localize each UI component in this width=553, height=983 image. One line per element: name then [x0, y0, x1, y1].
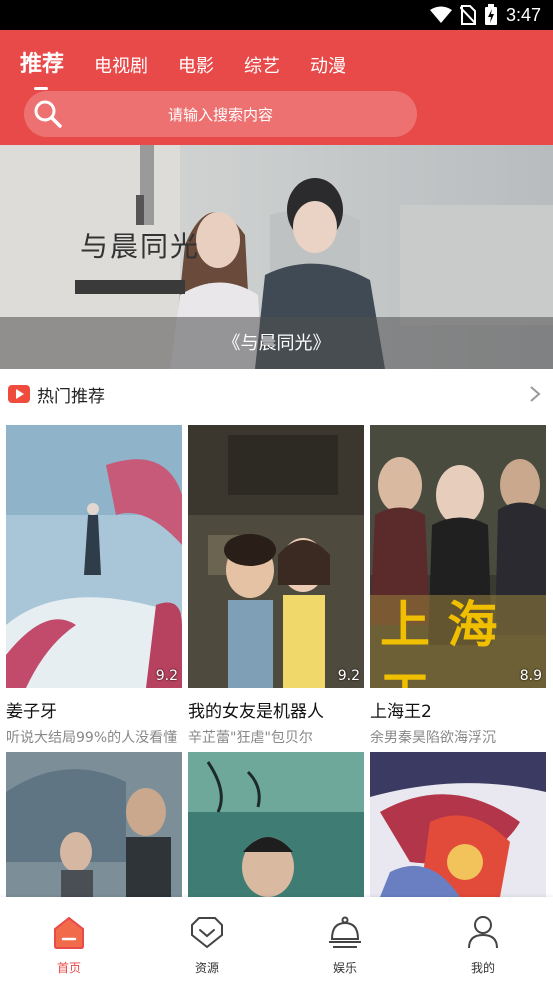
- poster-image: [6, 752, 182, 897]
- poster-image: [6, 425, 182, 688]
- section-title: 热门推荐: [37, 387, 105, 407]
- section-hot-recommend: 热门推荐: [0, 369, 553, 419]
- nav-home[interactable]: 首页: [19, 897, 119, 983]
- movie-poster: 上 海 王 8.9: [370, 425, 546, 688]
- movie-title: 姜子牙: [6, 702, 57, 722]
- tab-variety[interactable]: 综艺: [244, 52, 280, 84]
- movie-card[interactable]: [188, 752, 364, 897]
- entertainment-bell-icon: [329, 916, 361, 948]
- status-time: 3:47: [505, 4, 541, 25]
- nav-profile[interactable]: 我的: [433, 897, 533, 983]
- bottom-navigation: 首页 资源 娱乐 我的: [0, 897, 553, 983]
- search-input[interactable]: 请输入搜索内容: [24, 91, 417, 137]
- video-play-icon: [8, 385, 30, 403]
- rating-score: 8.9: [519, 668, 542, 684]
- movie-card[interactable]: [370, 752, 546, 897]
- nav-resources[interactable]: 资源: [157, 897, 257, 983]
- banner-caption: 《与晨同光》: [222, 333, 331, 354]
- movie-subtitle: 余男秦昊陷欲海浮沉: [370, 730, 496, 746]
- movie-card[interactable]: [6, 752, 182, 897]
- search-placeholder: 请输入搜索内容: [167, 106, 273, 124]
- movie-title: 我的女友是机器人: [188, 702, 324, 722]
- nav-entertainment[interactable]: 娱乐: [295, 897, 395, 983]
- tab-recommend[interactable]: 推荐: [20, 46, 64, 90]
- top-header: 推荐 电视剧 电影 综艺 动漫 请输入搜索内容: [0, 30, 553, 145]
- tab-anime[interactable]: 动漫: [310, 52, 346, 84]
- tab-movies[interactable]: 电影: [178, 52, 214, 84]
- poster-image: [188, 752, 364, 897]
- nav-home-label: 首页: [56, 961, 81, 975]
- category-tabs: 推荐 电视剧 电影 综艺 动漫: [20, 46, 376, 90]
- movie-title: 上海王2: [370, 702, 432, 722]
- movie-subtitle: 辛芷蕾"狂虐"包贝尔: [188, 730, 313, 746]
- poster-image: [188, 425, 364, 688]
- rating-score: 9.2: [337, 668, 360, 684]
- nav-profile-label: 我的: [470, 961, 495, 975]
- movie-subtitle: 听说大结局99%的人没看懂: [6, 730, 178, 746]
- rating-score: 9.2: [155, 668, 178, 684]
- no-sim-icon: [459, 5, 476, 25]
- poster-image: [370, 752, 546, 897]
- nav-resources-label: 资源: [194, 961, 219, 975]
- resource-icon: [191, 917, 223, 949]
- tab-tv-series[interactable]: 电视剧: [94, 52, 148, 84]
- chevron-right-icon[interactable]: [529, 385, 541, 403]
- movie-poster: 9.2: [6, 425, 182, 688]
- home-icon: [54, 916, 84, 949]
- wifi-icon: [429, 6, 452, 23]
- battery-charging-icon: [484, 4, 497, 25]
- status-bar: 3:47: [0, 0, 553, 30]
- nav-entertainment-label: 娱乐: [332, 961, 357, 975]
- banner-carousel[interactable]: 与晨同光 《与晨同光》: [0, 145, 553, 369]
- movie-poster: 9.2: [188, 425, 364, 688]
- banner-poster-text: 与晨同光: [80, 230, 201, 263]
- profile-icon: [468, 916, 498, 949]
